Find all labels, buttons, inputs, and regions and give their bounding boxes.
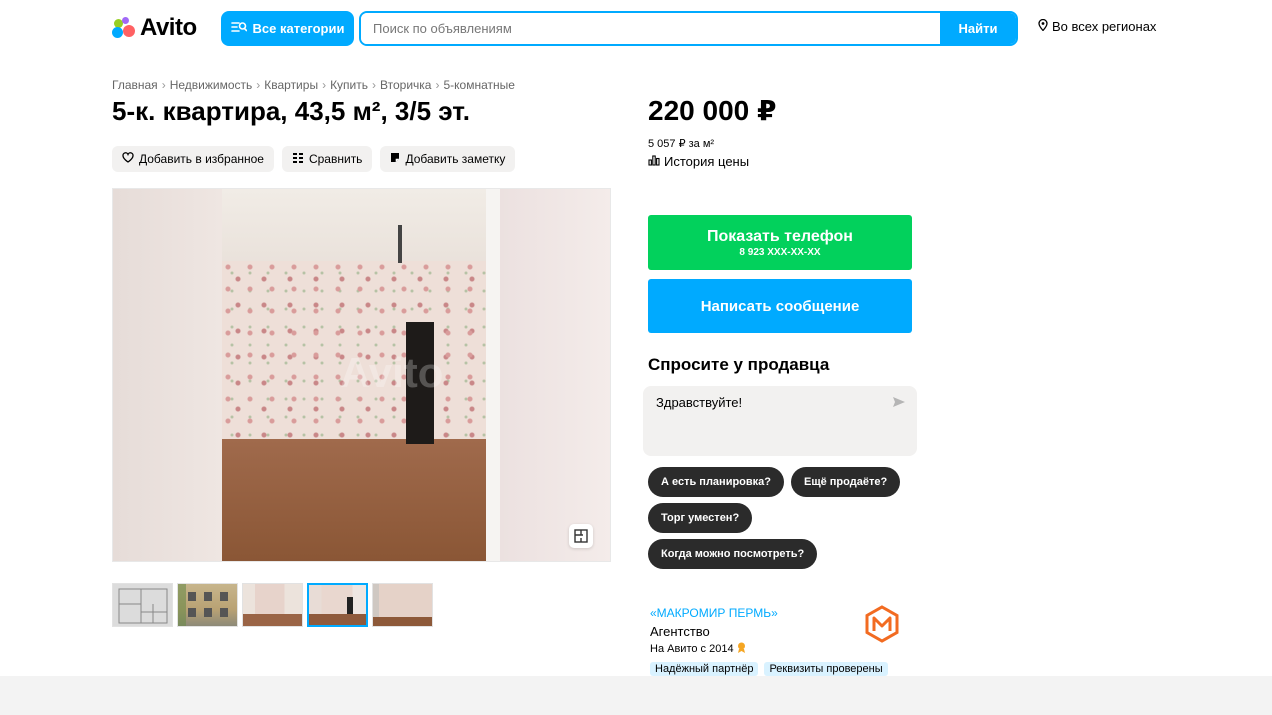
search-input[interactable] [361,13,940,44]
avito-logo[interactable]: Avito [112,14,197,42]
photo-thumbnails [112,583,433,627]
chevron-right-icon: › [256,78,261,92]
add-to-favorites-label: Добавить в избранное [139,152,264,166]
breadcrumb-item-buy[interactable]: Купить [330,78,368,92]
logo-text: Avito [140,14,197,41]
photo-wall-left [113,189,222,561]
price-history-link[interactable]: История цены [648,154,749,169]
breadcrumb-item-apartments[interactable]: Квартиры [264,78,318,92]
thumbnail-building[interactable] [177,583,238,627]
chevron-right-icon: › [161,78,166,92]
compare-label: Сравнить [308,152,363,166]
thumbnail-room-3[interactable] [372,583,433,627]
photo-wall-right [500,189,610,561]
seller-type: Агентство [650,624,710,639]
breadcrumb-item-home[interactable]: Главная [112,78,158,92]
ask-seller-message-value: Здравствуйте! [656,395,743,410]
chevron-right-icon: › [372,78,377,92]
photo-watermark: Avito [340,349,444,396]
floor-plan-icon[interactable] [569,524,593,548]
add-note-button[interactable]: Добавить заметку [380,146,516,172]
compare-icon [292,152,304,166]
seller-since: На Авито с 2014 [650,642,746,656]
listing-main-photo[interactable]: Avito [112,188,611,562]
price-per-sqm: 5 057 ₽ за м² [648,138,715,150]
badge-verified-requisites: Реквизиты проверены [764,662,888,676]
region-selector[interactable]: Во всех регионах [1038,18,1157,34]
logo-dots-icon [112,16,136,40]
thumbnail-room-2-selected[interactable] [307,583,368,627]
add-note-label: Добавить заметку [405,152,506,166]
ask-seller-message-field[interactable]: Здравствуйте! [643,386,917,456]
heart-icon [122,152,134,166]
badge-reliable-partner: Надёжный партнёр [650,662,759,676]
quick-question-chip[interactable]: Ещё продаёте? [791,467,901,497]
thumbnail-room-1[interactable] [242,583,303,627]
location-pin-icon [1038,18,1048,34]
breadcrumb: Главная › Недвижимость › Квартиры › Купи… [112,78,515,92]
breadcrumb-item-secondary[interactable]: Вторичка [380,78,431,92]
phone-masked: 8 923 XXX-XX-XX [739,246,821,258]
show-phone-label: Показать телефон [707,227,853,245]
send-icon[interactable] [892,395,906,411]
search-bar: Найти [359,11,1018,46]
categories-search-icon [230,21,247,36]
show-phone-button[interactable]: Показать телефон 8 923 XXX-XX-XX [648,215,912,270]
listing-actions: Добавить в избранное Сравнить Добавить з… [112,146,516,172]
seller-logo[interactable] [864,605,900,643]
page-title: 5-к. квартира, 43,5 м², 3/5 эт. [112,96,470,126]
seller-name-link[interactable]: «МАКРОМИР ПЕРМЬ» [650,606,778,620]
search-button[interactable]: Найти [940,13,1016,44]
price-history-label: История цены [664,154,750,169]
chevron-right-icon: › [435,78,440,92]
all-categories-label: Все категории [252,21,345,36]
all-categories-button[interactable]: Все категории [221,11,354,46]
breadcrumb-item-5-rooms[interactable]: 5-комнатные [443,78,514,92]
write-message-button[interactable]: Написать сообщение [648,279,912,333]
seller-since-label: На Авито с 2014 [650,643,734,655]
quick-question-chip[interactable]: Когда можно посмотреть? [648,539,818,569]
note-icon [390,152,400,166]
chevron-right-icon: › [322,78,327,92]
compare-button[interactable]: Сравнить [281,146,373,172]
region-label: Во всех регионах [1052,19,1157,34]
thumbnail-floor-plan[interactable] [112,583,173,627]
ask-seller-title: Спросите у продавца [648,355,830,374]
breadcrumb-item-real-estate[interactable]: Недвижимость [170,78,253,92]
seller-badges: Надёжный партнёр Реквизиты проверены [650,662,888,676]
price: 220 000 ₽ [648,95,777,126]
quick-questions: А есть планировка? Ещё продаёте? Торг ум… [648,467,928,569]
quick-question-chip[interactable]: Торг уместен? [648,503,753,533]
quick-question-chip[interactable]: А есть планировка? [648,467,784,497]
bar-chart-icon [648,154,660,169]
add-to-favorites-button[interactable]: Добавить в избранное [112,146,274,172]
medal-icon [737,642,746,656]
page-bottom-bar [0,676,1272,715]
